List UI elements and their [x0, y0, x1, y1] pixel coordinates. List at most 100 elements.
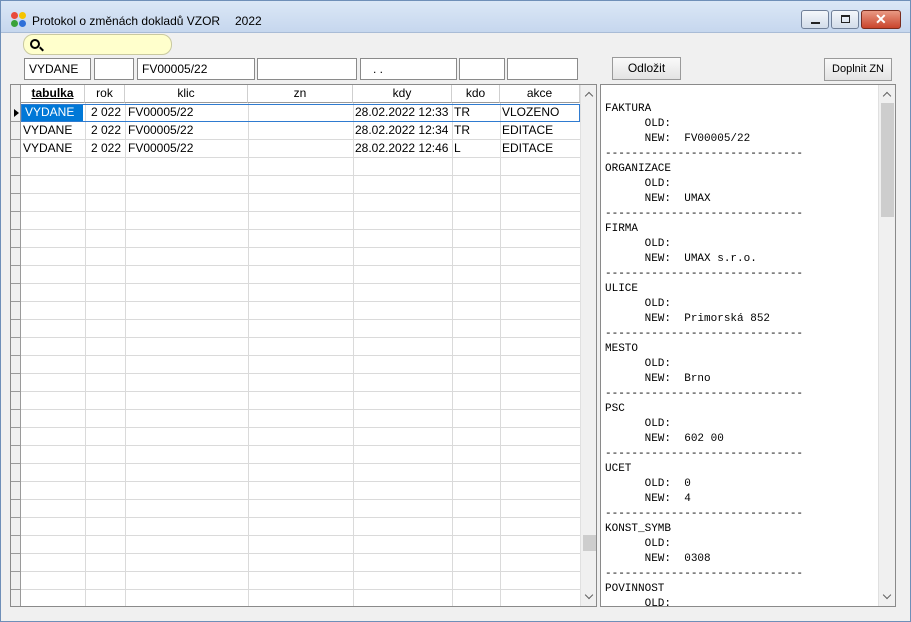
- app-icon: [11, 12, 27, 28]
- cell-klic: FV00005/22: [128, 105, 194, 119]
- minimize-icon: [811, 22, 820, 24]
- grid-row-line: [21, 265, 580, 266]
- row-indicator-line: [11, 337, 21, 338]
- row-indicator-line: [11, 247, 21, 248]
- grid-scroll-thumb[interactable]: [583, 535, 596, 551]
- row-indicator-line: [11, 265, 21, 266]
- title-bar[interactable]: Protokol o změnách dokladů VZOR 2022 ✕: [1, 1, 910, 33]
- filter-zn[interactable]: [257, 58, 357, 80]
- minimize-button[interactable]: [801, 10, 829, 29]
- doplnit-zn-button[interactable]: Doplnit ZN: [824, 58, 892, 81]
- col-header-tabulka[interactable]: tabulka: [21, 85, 85, 103]
- detail-scrollbar[interactable]: [878, 85, 895, 606]
- filter-kdy[interactable]: . .: [360, 58, 457, 80]
- row-indicator-line: [11, 373, 21, 374]
- grid-row-line: [21, 481, 580, 482]
- row-indicator-line: [11, 175, 21, 176]
- row-indicator-line: [11, 481, 21, 482]
- col-header-zn[interactable]: zn: [248, 85, 353, 103]
- table-row[interactable]: VYDANE 2 022 FV00005/22 28.02.2022 12:46…: [11, 139, 580, 157]
- cell-kdo: L: [454, 141, 461, 155]
- row-indicator-line: [11, 157, 21, 158]
- cell-kdo: TR: [454, 105, 470, 119]
- cell-akce: EDITACE: [502, 141, 554, 155]
- grid-column-line: [353, 103, 354, 606]
- col-header-kdo[interactable]: kdo: [452, 85, 500, 103]
- row-indicator-line: [11, 283, 21, 284]
- grid-row-line: [21, 373, 580, 374]
- scroll-down-icon[interactable]: [882, 590, 892, 600]
- grid-row-line: [21, 301, 580, 302]
- close-button[interactable]: ✕: [861, 10, 901, 29]
- filter-rok[interactable]: [94, 58, 134, 80]
- search-input[interactable]: [23, 34, 172, 55]
- main-window: Protokol o změnách dokladů VZOR 2022 ✕ V…: [0, 0, 911, 622]
- filter-kdo[interactable]: [459, 58, 505, 80]
- cell-akce: EDITACE: [502, 123, 554, 137]
- change-log-grid[interactable]: tabulka rok klic zn kdy kdo akce VYDANE …: [10, 84, 597, 607]
- odlozit-button[interactable]: Odložit: [612, 57, 681, 80]
- cell-rok: 2 022: [91, 105, 122, 119]
- grid-column-line: [125, 103, 126, 606]
- scroll-up-icon[interactable]: [584, 91, 594, 101]
- col-header-rok[interactable]: rok: [85, 85, 125, 103]
- grid-column-line: [248, 103, 249, 606]
- cell-klic: FV00005/22: [128, 141, 194, 155]
- grid-row-line: [21, 535, 580, 536]
- grid-row-line: [21, 463, 580, 464]
- change-detail-text: FAKTURA OLD: NEW: FV00005/22 -----------…: [605, 103, 804, 607]
- grid-row-line: [21, 409, 580, 410]
- grid-row-line: [21, 319, 580, 320]
- row-indicator-line: [11, 229, 21, 230]
- maximize-icon: [841, 15, 850, 23]
- table-row[interactable]: VYDANE 2 022 FV00005/22 28.02.2022 12:33…: [11, 103, 580, 121]
- filter-akce[interactable]: [507, 58, 578, 80]
- grid-row-line: [21, 211, 580, 212]
- row-indicator-line: [11, 409, 21, 410]
- row-indicator-line: [11, 445, 21, 446]
- table-row[interactable]: VYDANE 2 022 FV00005/22 28.02.2022 12:34…: [11, 121, 580, 139]
- grid-row-line: [21, 553, 580, 554]
- grid-row-line: [21, 175, 580, 176]
- col-header-akce[interactable]: akce: [500, 85, 580, 103]
- cell-akce: VLOZENO: [502, 105, 560, 119]
- grid-scrollbar[interactable]: [580, 85, 596, 606]
- scroll-up-icon[interactable]: [882, 91, 892, 101]
- detail-scroll-thumb[interactable]: [881, 103, 894, 217]
- grid-row-line: [21, 517, 580, 518]
- filter-klic[interactable]: FV00005/22: [137, 58, 255, 80]
- grid-row-line: [21, 355, 580, 356]
- close-icon: ✕: [875, 11, 887, 27]
- window-year: 2022: [235, 14, 262, 28]
- cell-klic: FV00005/22: [128, 123, 194, 137]
- col-header-kdy[interactable]: kdy: [353, 85, 452, 103]
- row-indicator-line: [11, 535, 21, 536]
- change-detail-panel[interactable]: FAKTURA OLD: NEW: FV00005/22 -----------…: [600, 84, 896, 607]
- row-indicator-line: [11, 211, 21, 212]
- row-indicator-line: [11, 589, 21, 590]
- cell-kdo: TR: [454, 123, 470, 137]
- row-indicator-line: [11, 301, 21, 302]
- row-indicator-column: [11, 85, 21, 606]
- cell-kdy: 28.02.2022 12:46: [355, 141, 449, 155]
- maximize-button[interactable]: [831, 10, 859, 29]
- row-indicator-line: [11, 571, 21, 572]
- grid-column-line: [85, 103, 86, 606]
- grid-row-line: [21, 499, 580, 500]
- row-indicator-line: [11, 553, 21, 554]
- row-indicator-line: [11, 463, 21, 464]
- cell-rok: 2 022: [91, 123, 122, 137]
- grid-row-line: [21, 157, 580, 158]
- filter-tabulka[interactable]: VYDANE: [24, 58, 91, 80]
- grid-row-line: [21, 337, 580, 338]
- cell-tabulka: VYDANE: [23, 141, 73, 155]
- cell-kdy: 28.02.2022 12:33: [355, 105, 449, 119]
- scroll-down-icon[interactable]: [584, 590, 594, 600]
- row-indicator-line: [11, 193, 21, 194]
- grid-row-line: [21, 247, 580, 248]
- grid-column-line: [452, 103, 453, 606]
- cell-tabulka: VYDANE: [25, 105, 75, 119]
- grid-row-line: [21, 229, 580, 230]
- cell-kdy: 28.02.2022 12:34: [355, 123, 449, 137]
- col-header-klic[interactable]: klic: [125, 85, 248, 103]
